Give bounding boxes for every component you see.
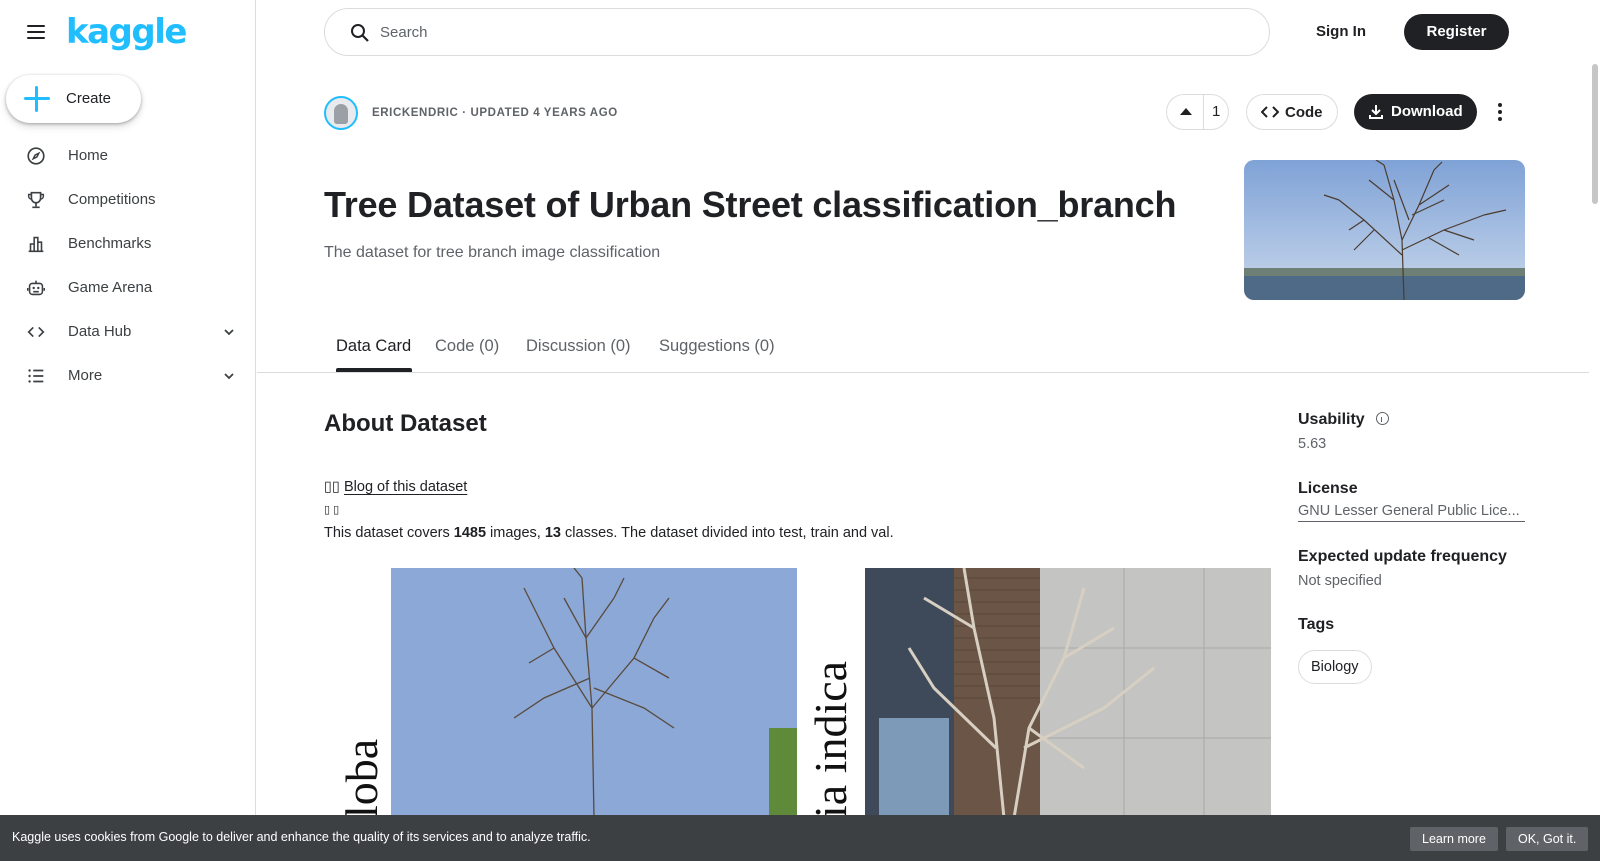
sidebar-item-label: More: [68, 367, 103, 384]
page-title: Tree Dataset of Urban Street classificat…: [324, 184, 1177, 225]
tab-data-card[interactable]: Data Card: [336, 337, 411, 356]
search-bar[interactable]: [324, 8, 1270, 56]
image-label-left: loba: [336, 739, 387, 818]
scrollbar[interactable]: [1592, 64, 1598, 204]
sidebar-item-game-arena[interactable]: Game Arena: [0, 268, 255, 308]
sidebar-item-home[interactable]: Home: [0, 136, 255, 176]
sidebar-item-label: Competitions: [68, 191, 156, 208]
blog-line: ▯▯ Blog of this dataset: [324, 479, 467, 495]
emoji-glyphs: ▯ ▯: [324, 504, 340, 516]
download-button[interactable]: Download: [1354, 94, 1477, 130]
code-icon: [1261, 106, 1279, 118]
kaggle-logo[interactable]: kaggle: [66, 12, 187, 52]
code-brackets-icon: [27, 326, 45, 338]
sidebar-item-label: Game Arena: [68, 279, 153, 296]
compass-icon: [27, 147, 45, 165]
dataset-cover-image: [1244, 160, 1525, 300]
cookie-banner: Kaggle uses cookies from Google to deliv…: [0, 815, 1600, 861]
plus-icon: [23, 85, 51, 113]
arrow-up-icon[interactable]: [1167, 95, 1205, 129]
dataset-description: This dataset covers 1485 images, 13 clas…: [324, 525, 894, 541]
avatar[interactable]: [324, 96, 358, 130]
vote-count: 1: [1212, 103, 1221, 120]
images-count: 1485: [453, 525, 487, 541]
code-button-label: Code: [1285, 104, 1323, 121]
image-label-right: ia indica: [805, 661, 856, 818]
register-button[interactable]: Register: [1404, 14, 1509, 50]
tab-code[interactable]: Code (0): [435, 337, 499, 356]
info-icon[interactable]: [1376, 412, 1389, 425]
license-label: License: [1298, 480, 1358, 497]
author-line[interactable]: ERICKENDRIC · UPDATED 4 YEARS AGO: [372, 107, 618, 119]
download-button-label: Download: [1391, 103, 1463, 120]
sidebar: kaggle Create Home Competitions Benchmar…: [0, 0, 256, 861]
frequency-label: Expected update frequency: [1298, 548, 1507, 565]
ok-got-it-button[interactable]: OK, Got it.: [1506, 827, 1589, 851]
sidebar-item-data-hub[interactable]: Data Hub: [0, 312, 255, 352]
frequency-value: Not specified: [1298, 573, 1382, 589]
tag-chip[interactable]: Biology: [1298, 650, 1372, 684]
sidebar-item-more[interactable]: More: [0, 356, 255, 396]
chevron-down-icon[interactable]: [222, 325, 236, 339]
chevron-down-icon[interactable]: [222, 369, 236, 383]
sign-in-button[interactable]: Sign In: [1296, 14, 1386, 50]
search-input[interactable]: [380, 21, 1180, 43]
sidebar-item-competitions[interactable]: Competitions: [0, 180, 255, 220]
sidebar-item-label: Benchmarks: [68, 235, 152, 252]
learn-more-button[interactable]: Learn more: [1410, 827, 1498, 851]
create-label: Create: [66, 90, 112, 107]
section-title: About Dataset: [324, 410, 487, 437]
search-icon: [351, 24, 369, 42]
dataset-sample-image: loba ia indica: [324, 568, 1274, 818]
robot-icon: [26, 280, 46, 296]
menu-icon[interactable]: [24, 20, 48, 44]
classes-count: 13: [544, 525, 561, 541]
tags-label: Tags: [1298, 616, 1335, 633]
create-button[interactable]: Create: [6, 75, 141, 123]
bar-chart-icon: [28, 236, 44, 253]
upvote-button[interactable]: 1: [1166, 94, 1229, 130]
more-options-icon[interactable]: [1488, 94, 1512, 130]
page-subtitle: The dataset for tree branch image classi…: [324, 244, 661, 261]
sidebar-item-label: Home: [68, 147, 109, 164]
download-icon: [1369, 105, 1383, 119]
emoji-glyphs: ▯▯: [324, 479, 340, 495]
usability-label: Usability: [1298, 411, 1365, 428]
tab-discussion[interactable]: Discussion (0): [526, 337, 631, 356]
tab-suggestions[interactable]: Suggestions (0): [659, 337, 775, 356]
sidebar-item-label: Data Hub: [68, 323, 132, 340]
blog-link[interactable]: Blog of this dataset: [344, 479, 467, 495]
sidebar-item-benchmarks[interactable]: Benchmarks: [0, 224, 255, 264]
usability-value: 5.63: [1298, 436, 1327, 452]
list-icon: [28, 369, 44, 383]
license-link[interactable]: GNU Lesser General Public Lice...: [1298, 503, 1525, 522]
cookie-text: Kaggle uses cookies from Google to deliv…: [12, 830, 591, 844]
tabs-divider: [257, 372, 1589, 373]
trophy-icon: [27, 191, 45, 209]
code-button[interactable]: Code: [1246, 94, 1338, 130]
